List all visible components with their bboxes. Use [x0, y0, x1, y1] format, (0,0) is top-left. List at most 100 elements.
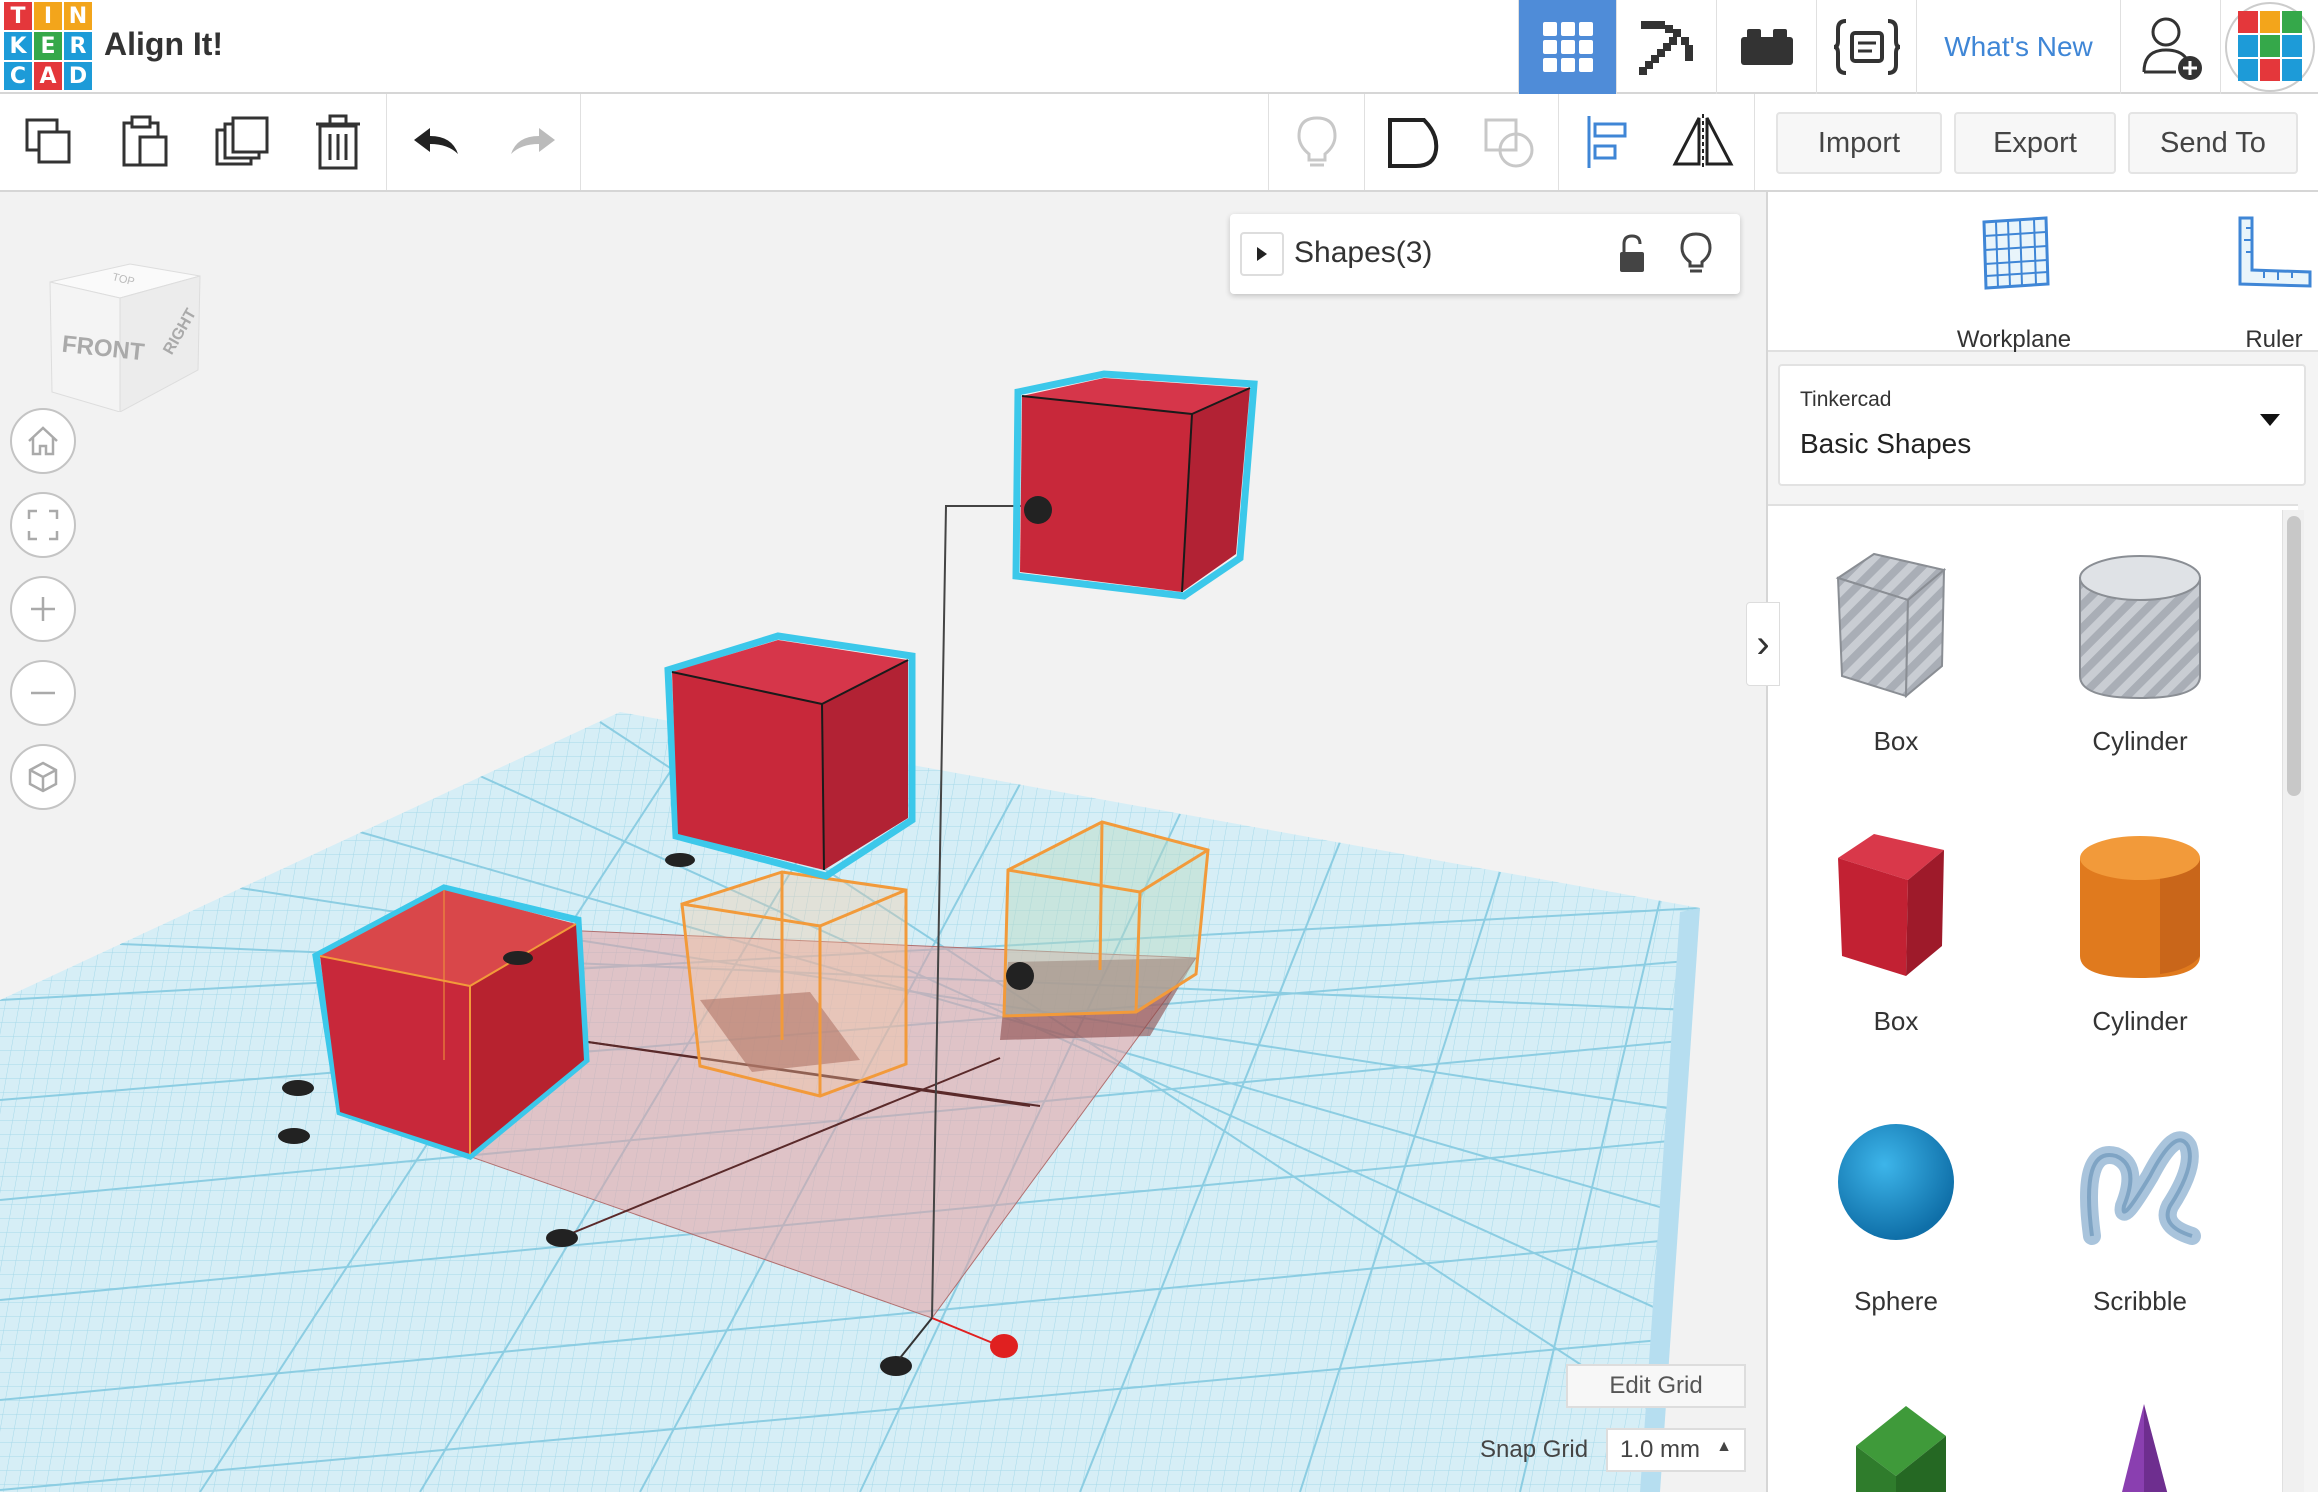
shape-library-dropdown[interactable]: Tinkercad Basic Shapes: [1778, 364, 2306, 486]
tinkercad-avatar-icon: [2224, 2, 2315, 92]
edit-toolbar: Import Export Send To: [0, 94, 2318, 192]
undo-button[interactable]: [390, 94, 484, 190]
view-cube[interactable]: FRONT RIGHT TOP: [40, 242, 210, 412]
shape-tile-scribble[interactable]: Scribble: [2020, 1086, 2260, 1366]
home-view-button[interactable]: [10, 408, 76, 474]
fit-view-button[interactable]: [10, 492, 76, 558]
delete-button[interactable]: [290, 94, 386, 190]
paste-button[interactable]: [98, 94, 192, 190]
paste-icon: [122, 115, 168, 167]
logo-letter: K: [4, 32, 32, 60]
shape-label: Box: [1873, 1006, 1919, 1036]
edit-grid-button[interactable]: Edit Grid: [1566, 1364, 1746, 1408]
align-icon: [1587, 116, 1627, 168]
logo-letter: I: [34, 2, 62, 30]
home-icon: [28, 426, 58, 456]
logo-letter: R: [64, 32, 92, 60]
align-handle[interactable]: [1006, 962, 1034, 990]
align-handle-active[interactable]: [990, 1334, 1018, 1358]
workplane-button[interactable]: Workplane: [1914, 214, 2114, 353]
shape-tile-roof[interactable]: [1776, 1366, 2016, 1492]
bricks-view-button[interactable]: [1716, 0, 1816, 94]
redo-button[interactable]: [484, 94, 580, 190]
align-handle[interactable]: [1024, 496, 1052, 524]
logo-letter: T: [4, 2, 32, 30]
align-handle[interactable]: [880, 1356, 912, 1376]
logo-letter: E: [34, 32, 62, 60]
shape-label: Sphere: [1854, 1286, 1938, 1316]
align-handle[interactable]: [665, 853, 695, 867]
caret-right-icon: [1257, 247, 1267, 261]
import-button[interactable]: Import: [1776, 112, 1942, 174]
shapes-grid: Box Cylinder Box Cylinder Sphere Scribbl…: [1768, 504, 2298, 1492]
collapse-panel-button[interactable]: ›: [1746, 602, 1780, 686]
group-button[interactable]: [1366, 94, 1462, 190]
scribble-icon: [2080, 1131, 2201, 1245]
align-handle[interactable]: [503, 951, 533, 965]
shape-label: Cylinder: [2092, 1006, 2188, 1036]
snap-grid-label: Snap Grid: [1480, 1436, 1589, 1463]
grid-view-icon: [1542, 22, 1593, 72]
send-to-button[interactable]: Send To: [2128, 112, 2298, 174]
align-handle[interactable]: [282, 1080, 314, 1096]
pickaxe-icon: [1638, 21, 1693, 75]
shape-tile-pyramid[interactable]: [2020, 1366, 2260, 1492]
workplane-icon: [1982, 216, 2050, 290]
expand-inspector-button[interactable]: [1240, 232, 1284, 276]
add-user-button[interactable]: [2120, 0, 2220, 94]
plus-icon: [31, 597, 55, 621]
snap-grid-value: 1.0 mm: [1620, 1436, 1701, 1463]
blocks-view-button[interactable]: [1616, 0, 1716, 94]
shape-tile-box[interactable]: Box: [1776, 806, 2016, 1086]
align-handle[interactable]: [546, 1229, 578, 1247]
align-handle[interactable]: [278, 1128, 310, 1144]
shape-tile-sphere[interactable]: Sphere: [1776, 1086, 2016, 1366]
ruler-label: Ruler: [2245, 326, 2303, 353]
shape-tile-box-hole[interactable]: Box: [1776, 526, 2016, 806]
toolbar-divider: [1364, 94, 1365, 190]
align-button[interactable]: [1560, 94, 1656, 190]
toolbar-divider: [580, 94, 581, 190]
toolbar-divider: [1268, 94, 1269, 190]
copy-button[interactable]: [0, 94, 98, 190]
red-box-top[interactable]: [1012, 370, 1258, 600]
ghost-box-middle: [680, 870, 908, 1098]
notes-button[interactable]: [1270, 94, 1364, 190]
shape-tile-cylinder[interactable]: Cylinder: [2020, 806, 2260, 1086]
snap-grid-select[interactable]: 1.0 mm ▲: [1606, 1428, 1746, 1472]
lightbulb-icon: [1297, 116, 1337, 167]
export-button[interactable]: Export: [1954, 112, 2116, 174]
codeblocks-view-button[interactable]: [1816, 0, 1916, 94]
perspective-toggle-button[interactable]: [10, 744, 76, 810]
tinkercad-logo[interactable]: T I N K E R C A D: [4, 2, 92, 90]
zoom-out-button[interactable]: [10, 660, 76, 726]
design-title[interactable]: Align It!: [104, 26, 223, 63]
cylinder-icon: [2080, 836, 2200, 978]
library-name: Basic Shapes: [1800, 428, 1972, 459]
lock-button[interactable]: [1614, 234, 1650, 279]
whats-new-link[interactable]: What's New: [1916, 0, 2120, 94]
shapes-scrollbar[interactable]: [2282, 510, 2304, 1492]
avatar[interactable]: [2220, 0, 2318, 94]
red-box-middle[interactable]: [664, 632, 916, 880]
duplicate-button[interactable]: [192, 94, 290, 190]
scrollbar-thumb[interactable]: [2287, 516, 2301, 796]
3d-workplane-viewport[interactable]: FRONT RIGHT TOP Shapes(3) Edit Grid Snap…: [0, 192, 1766, 1492]
mirror-button[interactable]: [1656, 94, 1750, 190]
pyramid-icon: [2122, 1404, 2168, 1492]
light-button[interactable]: [1680, 232, 1712, 281]
shape-tile-cylinder-hole[interactable]: Cylinder: [2020, 526, 2260, 806]
logo-letter: A: [34, 62, 62, 90]
scene-canvas[interactable]: [0, 192, 1766, 1492]
shapes-inspector-panel: Shapes(3): [1230, 214, 1740, 294]
trash-icon: [316, 114, 360, 170]
caret-up-icon: ▲: [1716, 1438, 1732, 1455]
sphere-icon: [1838, 1124, 1954, 1240]
unlock-icon: [1620, 234, 1644, 272]
zoom-in-button[interactable]: [10, 576, 76, 642]
ruler-button[interactable]: Ruler: [2174, 214, 2318, 353]
3d-design-view-button[interactable]: [1518, 0, 1616, 94]
cube-perspective-icon: [28, 761, 58, 793]
add-user-icon: [2142, 17, 2202, 80]
ungroup-button[interactable]: [1462, 94, 1558, 190]
